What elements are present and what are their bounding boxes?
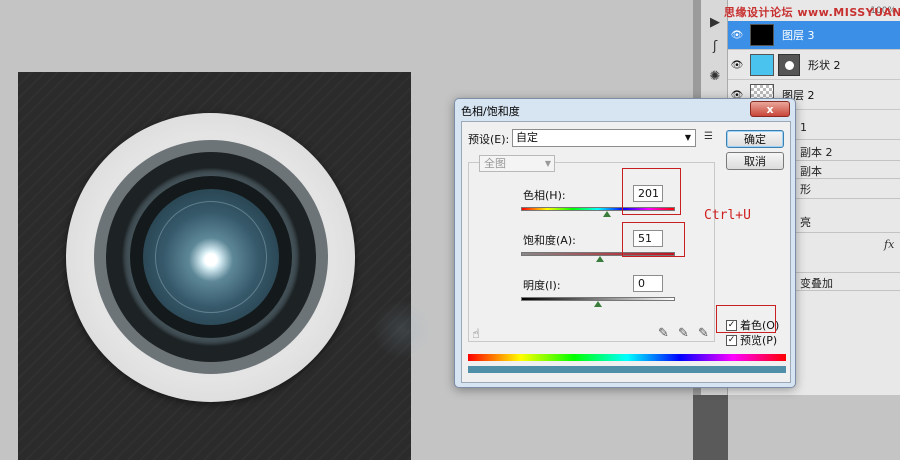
layer-row-divider [790,139,900,140]
layer-row-layer3[interactable]: 👁 图层 3 [728,21,900,50]
layer-name: 形状 2 [808,59,841,72]
hand-adjust-icon[interactable]: ☝ [472,327,480,342]
layer-partial-label: 副本 [800,165,822,178]
chevron-down-icon: ▼ [544,159,551,168]
layer-row-divider [790,160,900,161]
preset-label: 预设(E): [468,133,510,146]
checkbox-icon[interactable]: ✓ [726,334,737,346]
cancel-button[interactable]: 取消 [726,152,784,170]
dialog-title: 色相/饱和度 [461,105,520,118]
lens-glass-ring [155,201,267,313]
lightness-slider-thumb[interactable] [594,301,602,307]
layer-row-divider [790,272,900,273]
saturation-label: 饱和度(A): [523,234,576,247]
preset-options-icon[interactable]: ☰ [704,131,713,142]
saturation-slider-thumb[interactable] [595,256,604,262]
preview-checkbox[interactable]: ✓ 预览(P) [726,332,777,348]
channel-value: 全图 [484,157,506,170]
play-icon[interactable]: ▶ [705,12,725,32]
layer-mask-thumbnail [778,54,800,76]
gear-icon[interactable]: ✺ [705,66,725,86]
close-button[interactable]: x [750,101,790,117]
eyedropper-plus-icon[interactable]: ✎ [678,326,689,341]
chevron-down-icon: ▼ [684,133,691,142]
layer-partial-label: 亮 [800,216,811,229]
preview-label: 预览(P) [740,334,778,347]
eyedropper-icon[interactable]: ✎ [658,326,669,341]
layer-partial-label: 形 [800,183,811,196]
lightness-input[interactable]: 0 [633,275,663,292]
layer-partial-label: 副本 2 [800,146,833,159]
layer-partial-label: 变叠加 [800,277,833,290]
watermark-text: 思缘设计论坛 www.MISSYUAN.COM [724,6,900,19]
lightness-label: 明度(I): [523,279,561,292]
saturation-highlight-box [622,222,685,257]
layer-row-divider [790,178,900,179]
lens-glow [373,300,433,360]
layer-row-divider [790,198,900,199]
canvas-document [18,72,433,460]
colorize-highlight-box [716,305,776,333]
eye-icon[interactable]: 👁 [728,60,746,71]
result-color-bar [468,366,786,373]
layer-partial-label: 1 [800,121,807,134]
layer-row-shape2[interactable]: 👁 形状 2 [728,51,900,80]
preset-value: 自定 [516,131,538,144]
layer-thumbnail [750,54,774,76]
panel-dark-area [693,395,728,460]
source-color-bar [468,354,786,361]
adjust-icon[interactable]: ʃ [705,36,725,56]
layer-row-divider [790,290,900,291]
eye-icon[interactable]: 👁 [728,30,746,41]
layer-name: 图层 3 [782,29,815,42]
layer-thumbnail [750,24,774,46]
preset-select[interactable]: 自定 ▼ [512,129,696,147]
layer-row-divider [790,232,900,233]
channel-select[interactable]: 全图 ▼ [479,155,555,172]
hue-label: 色相(H): [523,189,566,202]
fx-icon[interactable]: fx [884,238,894,251]
shortcut-annotation: Ctrl+U [704,208,751,223]
ok-button[interactable]: 确定 [726,130,784,148]
hue-highlight-box [622,168,681,215]
hue-slider-thumb[interactable] [603,211,612,217]
eyedropper-minus-icon[interactable]: ✎ [698,326,709,341]
